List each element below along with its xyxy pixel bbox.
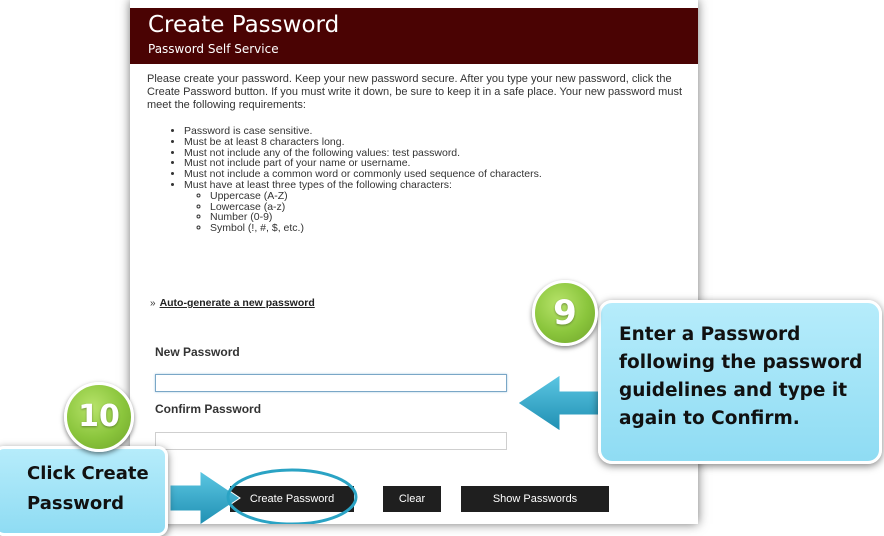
show-passwords-button[interactable]: Show Passwords: [461, 486, 609, 512]
step9-badge: 9: [532, 280, 598, 346]
clear-button[interactable]: Clear: [383, 486, 441, 512]
char-type-item: Uppercase (A-Z): [210, 190, 542, 202]
char-types-list: Uppercase (A-Z) Lowercase (a-z) Number (…: [184, 190, 542, 234]
char-type-item: Symbol (!, #, $, etc.): [210, 223, 542, 234]
confirm-password-input[interactable]: [155, 432, 507, 450]
new-password-input[interactable]: [155, 374, 507, 392]
confirm-password-label: Confirm Password: [155, 402, 262, 416]
new-password-label: New Password: [155, 345, 240, 359]
step9-text: Enter a Password following the password …: [619, 324, 863, 429]
step9-callout: Enter a Password following the password …: [598, 300, 882, 464]
step10-text: Click Create Password: [27, 463, 149, 514]
create-password-button[interactable]: Create Password: [230, 486, 354, 512]
requirement-item-char-types: Must have at least three types of the fo…: [184, 180, 542, 234]
requirement-item: Must be at least 8 characters long.: [184, 136, 542, 148]
requirements-list: Password is case sensitive. Must be at l…: [170, 126, 542, 234]
chevron-right-icon: »: [150, 298, 156, 309]
page-title: Create Password: [148, 12, 340, 38]
step10-badge: 10: [64, 382, 134, 452]
step10-callout: Click Create Password: [0, 446, 168, 536]
page-subtitle: Password Self Service: [148, 42, 279, 56]
intro-text: Please create your password. Keep your n…: [147, 73, 682, 111]
autogen-row: » Auto-generate a new password: [150, 297, 315, 309]
auto-generate-password-link[interactable]: Auto-generate a new password: [160, 297, 315, 309]
page-header: Create Password Password Self Service: [130, 8, 698, 64]
